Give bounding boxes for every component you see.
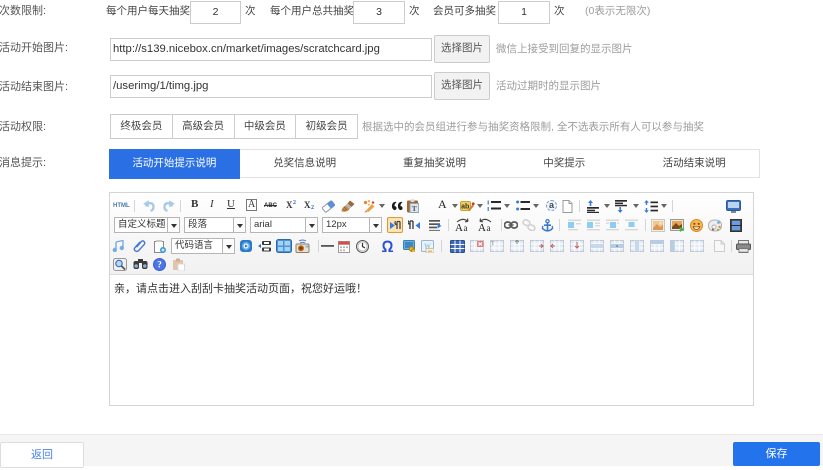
svg-text:T: T <box>412 204 417 213</box>
svg-text:A: A <box>478 222 486 232</box>
svg-text:A: A <box>455 222 463 232</box>
svg-text:?: ? <box>157 260 162 270</box>
svg-text:T: T <box>491 241 495 247</box>
svg-text:a: a <box>487 223 491 232</box>
svg-text:a: a <box>464 223 468 232</box>
